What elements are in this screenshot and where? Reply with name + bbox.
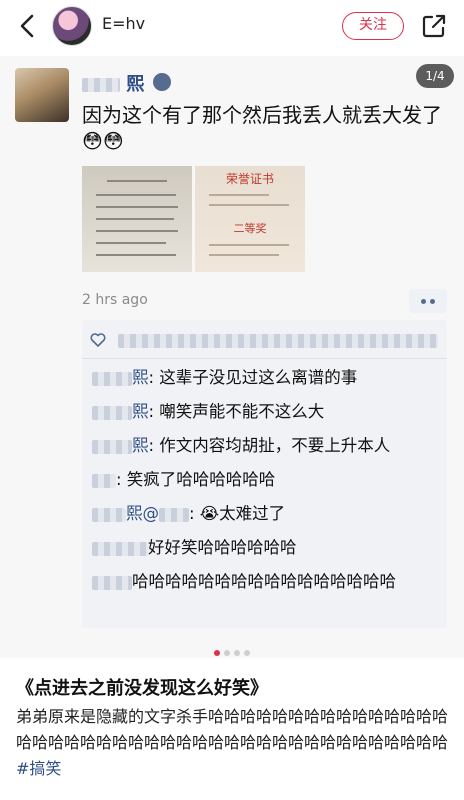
comment-item: 熙: 作文内容均胡扯，不要上升本人 [92, 434, 437, 458]
note-title: 《点进去之前没发现这么好笑》 [16, 678, 268, 699]
heart-icon [90, 333, 106, 347]
post-author-avatar [15, 68, 69, 122]
author-username[interactable]: E=hv [102, 14, 145, 33]
top-bar: E=hv 关注 [0, 0, 464, 56]
back-arrow-icon[interactable] [14, 12, 42, 40]
comments-divider [82, 358, 447, 359]
post-more-button [409, 289, 447, 313]
carousel-dots [214, 650, 254, 658]
comment-item: 哈哈哈哈哈哈哈哈哈哈哈哈哈哈哈哈 [92, 570, 437, 594]
comment-item: : 笑疯了哈哈哈哈哈哈 [92, 468, 437, 492]
post-text: 因为这个有了那个然后我丢人就丢大发了😳😳 [82, 103, 442, 153]
note-body-text: 弟弟原来是隐藏的文字杀手哈哈哈哈哈哈哈哈哈哈哈哈哈哈哈哈哈哈哈哈哈哈哈哈哈哈哈哈… [16, 707, 449, 752]
carousel-dot [224, 650, 230, 656]
post-thumbnail-certificate: 荣誉证书 二等奖 [195, 166, 305, 272]
carousel-dot [234, 650, 240, 656]
follow-button[interactable]: 关注 [342, 12, 404, 40]
comment-item: 熙: 嘲笑声能不能不这么大 [92, 400, 437, 424]
note-image[interactable]: 1/4 熙 因为这个有了那个然后我丢人就丢大发了😳😳 荣誉证书 二等奖 2 hr… [0, 56, 464, 658]
carousel-dot [244, 650, 250, 656]
carousel-dot [214, 650, 220, 656]
post-author-name-text: 熙 [126, 74, 145, 95]
post-thumbnail-document [82, 166, 192, 272]
certificate-title: 荣誉证书 [225, 172, 274, 186]
author-avatar[interactable] [52, 6, 92, 46]
comment-item: 熙@: 😭太难过了 [92, 502, 437, 526]
note-body: 弟弟原来是隐藏的文字杀手哈哈哈哈哈哈哈哈哈哈哈哈哈哈哈哈哈哈哈哈哈哈哈哈哈哈哈哈… [16, 704, 448, 782]
comments-panel: 熙: 这辈子没见过这么离谱的事 熙: 嘲笑声能不能不这么大 熙: 作文内容均胡扯… [82, 320, 447, 628]
verified-badge-icon [153, 73, 171, 91]
share-icon[interactable] [420, 12, 448, 40]
hashtag-link[interactable]: #搞笑 [16, 759, 61, 778]
post-timestamp: 2 hrs ago [82, 292, 148, 308]
certificate-award: 二等奖 [233, 222, 267, 235]
comment-item: 好好笑哈哈哈哈哈哈 [92, 536, 437, 560]
image-page-indicator: 1/4 [416, 64, 454, 88]
comment-item: 熙: 这辈子没见过这么离谱的事 [92, 366, 437, 390]
likes-row [90, 328, 440, 354]
post-author-name: 熙 [82, 70, 144, 96]
